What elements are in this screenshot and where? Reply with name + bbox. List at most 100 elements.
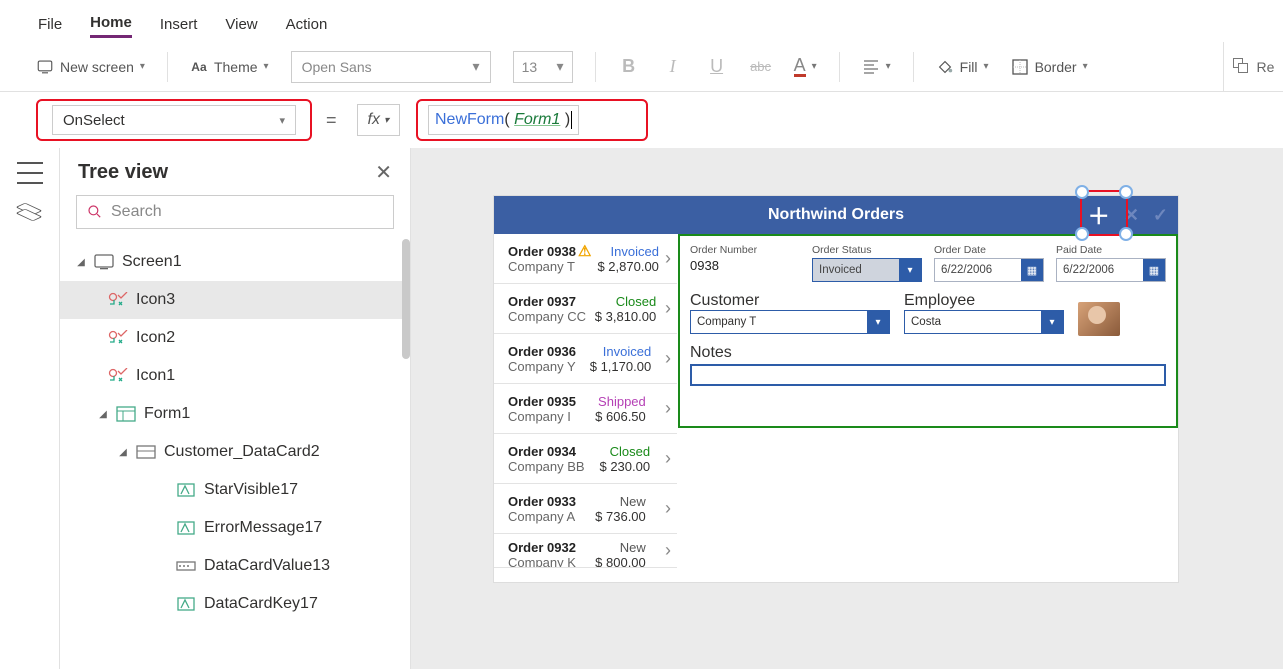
- menu-view[interactable]: View: [225, 12, 257, 37]
- order-company: Company I: [508, 409, 576, 424]
- app-title: Northwind Orders: [768, 206, 904, 224]
- tree-scrollbar[interactable]: [402, 239, 410, 359]
- order-gallery[interactable]: Order 0938⚠Company TInvoiced$ 2,870.00›O…: [494, 234, 678, 582]
- tree-item-label: Customer_DataCard2: [164, 443, 320, 461]
- workspace: Tree view ✕ Search ◢ Screen1 Icon3: [0, 148, 1283, 669]
- property-selector-highlight: OnSelect ▾: [36, 99, 312, 141]
- order-row[interactable]: Order 0933Company ANew$ 736.00›: [494, 484, 677, 534]
- order-row[interactable]: Order 0938⚠Company TInvoiced$ 2,870.00›: [494, 234, 677, 284]
- chevron-down-icon: ▾: [140, 61, 145, 72]
- chevron-down-icon: ▾: [473, 58, 480, 75]
- font-color-button[interactable]: A ▾: [794, 56, 817, 77]
- chevron-down-icon: ▾: [899, 259, 921, 281]
- chevron-right-icon: ›: [665, 448, 671, 469]
- paid-date-input[interactable]: 6/22/2006 ▦: [1056, 258, 1166, 282]
- tree-item-customer-datacard2[interactable]: ◢ Customer_DataCard2: [60, 433, 410, 471]
- left-rail: [0, 148, 60, 669]
- italic-button[interactable]: I: [662, 56, 684, 77]
- tree-view-title: Tree view: [78, 161, 168, 184]
- employee-select[interactable]: Costa ▾: [904, 310, 1064, 334]
- tree-search-input[interactable]: Search: [76, 195, 394, 229]
- order-row[interactable]: Order 0935Company IShipped$ 606.50›: [494, 384, 677, 434]
- hamburger-button[interactable]: [17, 162, 43, 184]
- formula-input[interactable]: NewForm ( Form1 ): [428, 105, 579, 135]
- notes-label: Notes: [690, 344, 1166, 362]
- tree-item-icon3[interactable]: Icon3: [60, 281, 410, 319]
- collapse-toggle[interactable]: ◢: [76, 257, 86, 268]
- font-family-select[interactable]: Open Sans ▾: [291, 51, 491, 83]
- formula-close: ): [565, 111, 570, 129]
- order-row[interactable]: Order 0936Company YInvoiced$ 1,170.00›: [494, 334, 677, 384]
- new-screen-icon: [36, 58, 54, 76]
- calendar-icon: ▦: [1143, 259, 1165, 281]
- reorder-icon: [1233, 58, 1251, 76]
- tree-item-starvisible17[interactable]: StarVisible17: [60, 471, 410, 509]
- form-icon: [116, 405, 136, 423]
- tree-item-label: Form1: [144, 405, 190, 423]
- layers-button[interactable]: [19, 202, 41, 224]
- tree-item-datacardvalue13[interactable]: DataCardValue13: [60, 547, 410, 585]
- chevron-right-icon: ›: [665, 540, 671, 561]
- tree-list: ◢ Screen1 Icon3 Icon2 Icon1 ◢: [60, 239, 410, 627]
- app-preview: Northwind Orders ＋ ✕ ✓ Order 0938⚠Compan…: [494, 196, 1178, 582]
- add-icon[interactable]: ＋: [1088, 199, 1110, 231]
- menu-file[interactable]: File: [38, 12, 62, 37]
- strike-button[interactable]: abc: [750, 59, 772, 74]
- property-selector[interactable]: OnSelect ▾: [52, 105, 296, 135]
- reorder-button[interactable]: Re: [1223, 42, 1283, 92]
- menu-action[interactable]: Action: [286, 12, 328, 37]
- order-row[interactable]: Order 0934Company BBClosed$ 230.00›: [494, 434, 677, 484]
- confirm-icon[interactable]: ✓: [1153, 205, 1168, 226]
- fx-label: fx: [368, 111, 380, 129]
- order-status-select[interactable]: Invoiced ▾: [812, 258, 922, 282]
- tree-item-label: Icon1: [136, 367, 175, 385]
- icon-control-icon: [108, 367, 128, 385]
- order-status: Closed: [610, 444, 650, 459]
- icon-control-icon: [108, 291, 128, 309]
- combobox-icon: [176, 557, 196, 575]
- chevron-right-icon: ›: [665, 298, 671, 319]
- canvas-area[interactable]: Northwind Orders ＋ ✕ ✓ Order 0938⚠Compan…: [411, 148, 1283, 669]
- order-id: Order 0934: [508, 444, 585, 459]
- tree-item-icon2[interactable]: Icon2: [60, 319, 410, 357]
- fill-button[interactable]: Fill ▾: [936, 58, 989, 76]
- tree-item-icon1[interactable]: Icon1: [60, 357, 410, 395]
- cancel-icon[interactable]: ✕: [1124, 205, 1139, 226]
- order-row[interactable]: Order 0937Company CCClosed$ 3,810.00›: [494, 284, 677, 334]
- order-date-input[interactable]: 6/22/2006 ▦: [934, 258, 1044, 282]
- tree-item-screen1[interactable]: ◢ Screen1: [60, 243, 410, 281]
- fx-button[interactable]: fx ▾: [357, 104, 400, 136]
- bold-button[interactable]: B: [618, 56, 640, 77]
- customer-select[interactable]: Company T ▾: [690, 310, 890, 334]
- order-row[interactable]: Order 0932Company KNew$ 800.00›: [494, 534, 677, 568]
- theme-icon: Aa: [190, 58, 208, 76]
- chevron-down-icon: ▾: [886, 61, 891, 72]
- close-tree-button[interactable]: ✕: [375, 160, 392, 185]
- tree-item-errormessage17[interactable]: ErrorMessage17: [60, 509, 410, 547]
- font-size-select[interactable]: 13 ▾: [513, 51, 573, 83]
- order-company: Company BB: [508, 459, 585, 474]
- menu-insert[interactable]: Insert: [160, 12, 198, 37]
- order-company: Company T: [508, 259, 591, 274]
- collapse-toggle[interactable]: ◢: [98, 409, 108, 420]
- chevron-down-icon: ▾: [557, 58, 564, 75]
- customer-value: Company T: [697, 316, 756, 328]
- label-icon: [176, 481, 196, 499]
- tree-item-form1[interactable]: ◢ Form1: [60, 395, 410, 433]
- notes-input[interactable]: [690, 364, 1166, 386]
- align-button[interactable]: ▾: [862, 58, 891, 76]
- theme-button[interactable]: Aa Theme ▾: [190, 58, 269, 76]
- order-form: Order Number 0938 Order Status Invoiced …: [678, 234, 1178, 428]
- collapse-toggle[interactable]: ◢: [118, 447, 128, 458]
- order-number-value: 0938: [690, 258, 800, 273]
- chevron-right-icon: ›: [665, 398, 671, 419]
- font-size-value: 13: [522, 59, 538, 75]
- tree-item-datacardkey17[interactable]: DataCardKey17: [60, 585, 410, 623]
- menu-home[interactable]: Home: [90, 10, 132, 38]
- border-icon: [1011, 58, 1029, 76]
- search-icon: [87, 204, 103, 220]
- employee-label: Employee: [904, 292, 1064, 310]
- new-screen-button[interactable]: New screen ▾: [36, 58, 145, 76]
- border-button[interactable]: Border ▾: [1011, 58, 1088, 76]
- underline-button[interactable]: U: [706, 56, 728, 77]
